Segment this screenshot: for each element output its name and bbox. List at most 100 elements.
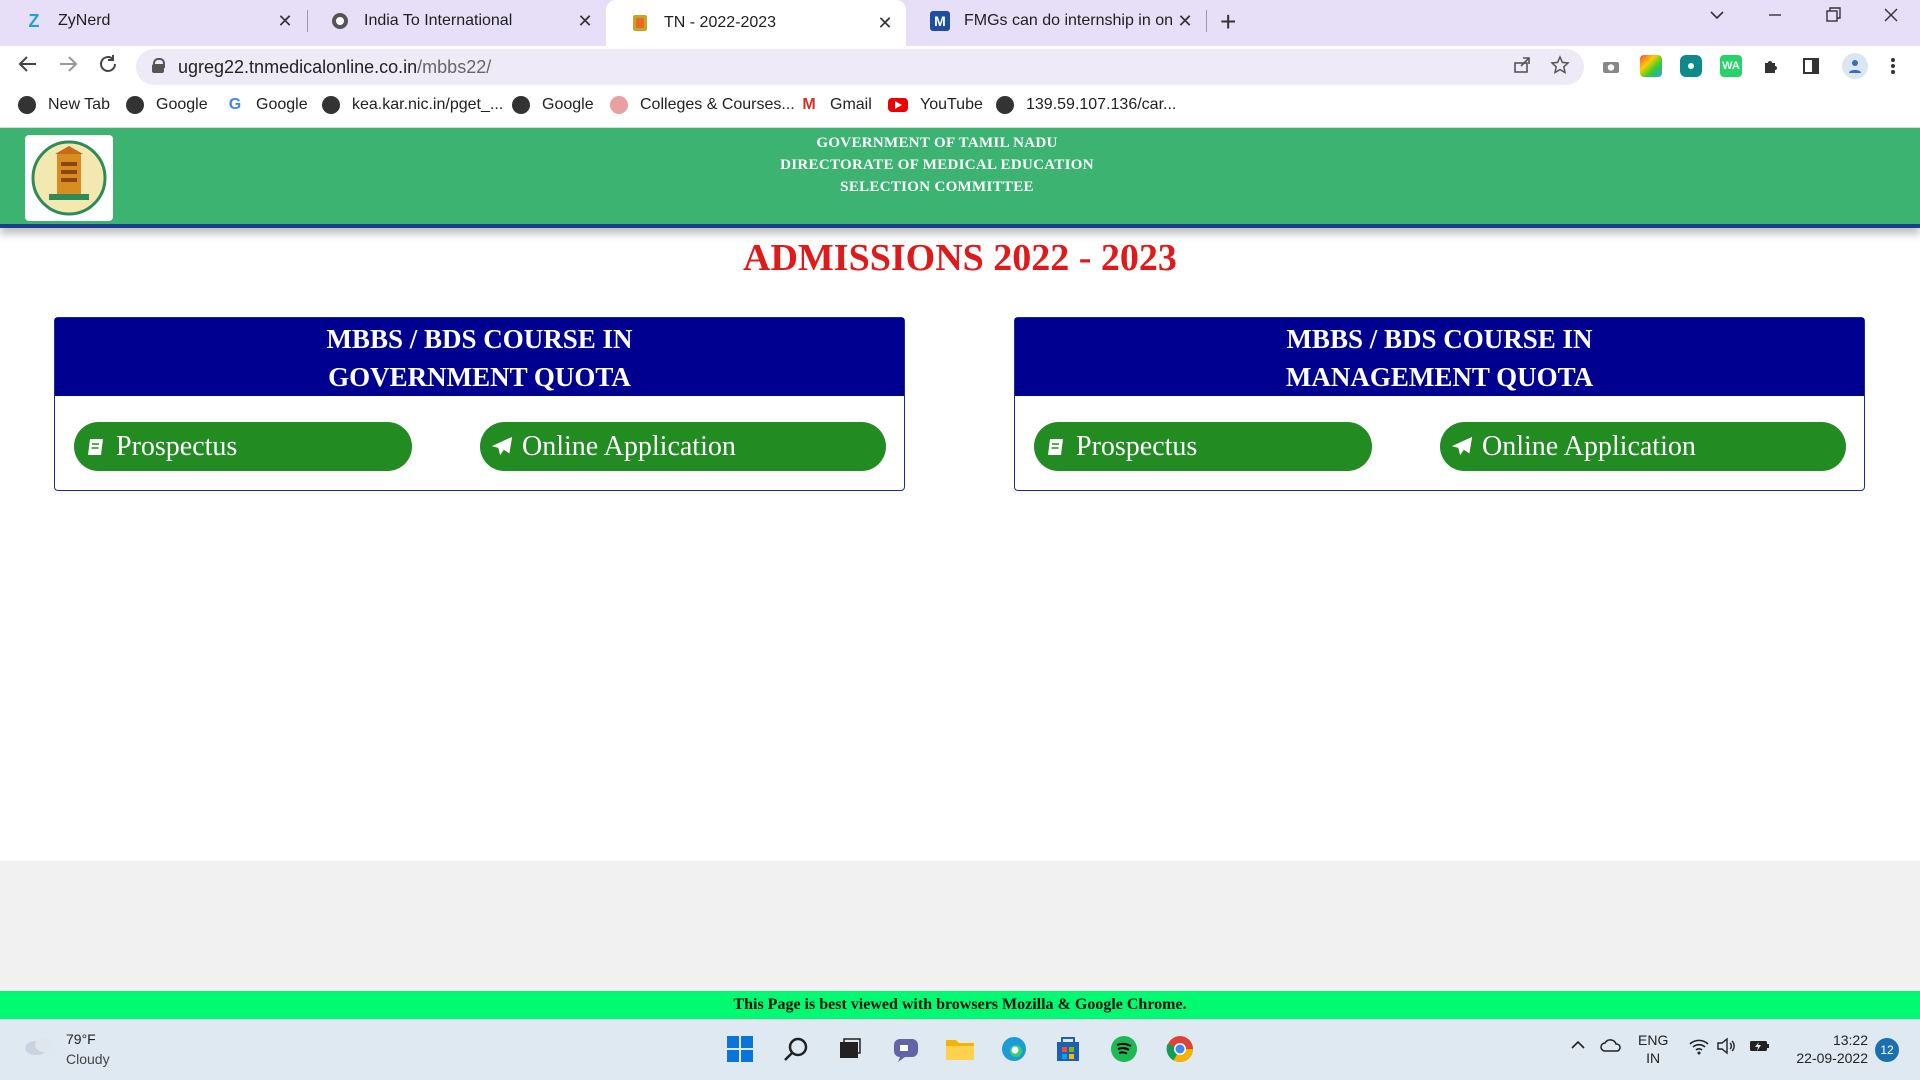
camera-extension-icon[interactable] [1600, 55, 1622, 77]
bookmark-google-3[interactable]: Google [512, 96, 594, 114]
show-hidden-icons-chevron-icon[interactable] [1570, 1037, 1586, 1057]
side-panel-icon[interactable] [1800, 55, 1822, 77]
bookmark-gmail[interactable]: M Gmail [800, 96, 872, 114]
extensions-puzzle-icon[interactable] [1760, 55, 1782, 77]
bookmark-kea[interactable]: kea.kar.nic.in/pget_... [322, 96, 503, 114]
spotify-icon[interactable] [1108, 1033, 1140, 1065]
tab-divider [1206, 10, 1207, 32]
government-quota-card: MBBS / BDS COURSE IN GOVERNMENT QUOTA Pr… [54, 317, 905, 491]
tab-close-icon[interactable]: ✕ [1172, 11, 1198, 32]
volume-icon[interactable] [1716, 1037, 1738, 1059]
bookmark-ip-address[interactable]: 139.59.107.136/car... [996, 96, 1176, 114]
tab-fmgs-internship[interactable]: M FMGs can do internship in only N ✕ [906, 0, 1206, 42]
globe-icon [126, 96, 144, 114]
tab-close-icon[interactable]: ✕ [572, 11, 598, 32]
tab-india-to-international[interactable]: India To International ✕ [306, 0, 606, 42]
youtube-icon [888, 98, 908, 112]
globe-icon [512, 96, 530, 114]
teams-chat-icon[interactable] [890, 1033, 922, 1065]
globe-icon [996, 96, 1014, 114]
m-logo-icon: M [930, 11, 950, 31]
tab-title: India To International [364, 12, 513, 29]
video-extension-icon[interactable] [1680, 55, 1702, 77]
minimize-icon[interactable] [1766, 6, 1784, 30]
wifi-icon[interactable] [1688, 1037, 1710, 1059]
browser-toolbar: ugreg22.tnmedicalonline.co.in/mbbs22/ WA [0, 46, 1920, 86]
bookmark-colleges-courses[interactable]: Colleges & Courses... [610, 96, 795, 114]
book-icon [84, 435, 108, 459]
new-tab-button[interactable]: + [1220, 6, 1236, 38]
management-quota-card: MBBS / BDS COURSE IN MANAGEMENT QUOTA Pr… [1014, 317, 1865, 491]
card-heading: MBBS / BDS COURSE IN GOVERNMENT QUOTA [55, 318, 904, 396]
share-icon[interactable] [1512, 55, 1532, 81]
tab-strip: Z ZyNerd ✕ India To International ✕ TN -… [0, 0, 1920, 46]
globe-icon [330, 11, 350, 31]
bookmark-google-2[interactable]: G Google [226, 96, 308, 114]
color-picker-extension-icon[interactable] [1640, 55, 1662, 77]
tab-title: TN - 2022-2023 [664, 14, 777, 31]
clock[interactable]: 13:22 22-09-2022 [1786, 1031, 1868, 1067]
cloud-icon[interactable] [22, 1035, 56, 1057]
tab-close-icon[interactable]: ✕ [872, 13, 898, 34]
onedrive-cloud-icon[interactable] [1600, 1037, 1622, 1057]
tab-tn-2022-2023[interactable]: TN - 2022-2023 ✕ [606, 0, 906, 46]
book-icon [1044, 435, 1068, 459]
bookmark-new-tab[interactable]: New Tab [18, 96, 110, 114]
page-title: ADMISSIONS 2022 - 2023 [743, 237, 1177, 279]
lock-icon[interactable] [152, 58, 165, 73]
online-application-button[interactable]: Online Application [480, 422, 886, 471]
back-arrow-icon[interactable] [16, 52, 40, 83]
tn-emblem-icon [630, 13, 650, 33]
forward-arrow-icon[interactable] [56, 52, 80, 83]
tab-title: ZyNerd [58, 12, 111, 29]
windows-start-icon[interactable] [724, 1033, 756, 1065]
gmail-icon: M [800, 96, 818, 114]
tab-zynerd[interactable]: Z ZyNerd ✕ [0, 0, 306, 42]
header-line-government: GOVERNMENT OF TAMIL NADU [816, 135, 1058, 151]
close-window-icon[interactable] [1882, 6, 1900, 30]
restore-icon[interactable] [1824, 6, 1842, 30]
notification-count-badge[interactable]: 12 [1875, 1038, 1899, 1062]
prospectus-button[interactable]: Prospectus [74, 422, 412, 471]
header-line-directorate: DIRECTORATE OF MEDICAL EDUCATION [780, 157, 1094, 173]
bookmark-google-1[interactable]: Google [126, 96, 208, 114]
language-indicator[interactable]: ENG IN [1638, 1031, 1668, 1067]
colleges-icon [610, 96, 628, 114]
prospectus-button[interactable]: Prospectus [1034, 422, 1372, 471]
site-header: GOVERNMENT OF TAMIL NADU DIRECTORATE OF … [0, 128, 1920, 228]
reload-icon[interactable] [96, 52, 120, 83]
zynerd-icon: Z [28, 10, 40, 31]
windows-taskbar: 79°F Cloudy ENG IN 13:22 22-09-2022 12 [0, 1019, 1920, 1080]
tab-close-icon[interactable]: ✕ [272, 11, 298, 32]
weather-temperature[interactable]: 79°F [66, 1031, 96, 1047]
google-icon: G [226, 96, 244, 114]
globe-icon [18, 96, 36, 114]
bookmark-youtube[interactable]: YouTube [888, 96, 983, 114]
whatsapp-extension-icon[interactable]: WA [1720, 55, 1742, 77]
browser-recommendation-footer: This Page is best viewed with browsers M… [0, 991, 1920, 1019]
header-title-block: GOVERNMENT OF TAMIL NADU DIRECTORATE OF … [0, 132, 1874, 198]
file-explorer-icon[interactable] [944, 1033, 976, 1065]
url-text[interactable]: ugreg22.tnmedicalonline.co.in/mbbs22/ [178, 57, 491, 78]
online-application-button[interactable]: Online Application [1440, 422, 1846, 471]
address-bar[interactable]: ugreg22.tnmedicalonline.co.in/mbbs22/ [136, 49, 1584, 85]
profile-avatar[interactable] [1842, 53, 1868, 79]
chrome-icon[interactable] [1164, 1033, 1196, 1065]
edge-browser-icon[interactable] [998, 1033, 1030, 1065]
paper-plane-icon [1450, 435, 1474, 459]
tab-title: FMGs can do internship in only N [964, 12, 1172, 29]
header-line-committee: SELECTION COMMITTEE [840, 179, 1034, 195]
microsoft-store-icon[interactable] [1052, 1033, 1084, 1065]
task-view-icon[interactable] [834, 1033, 866, 1065]
page-bottom-band [0, 861, 1920, 991]
weather-description[interactable]: Cloudy [66, 1051, 110, 1067]
bookmark-star-icon[interactable] [1550, 55, 1570, 81]
search-icon[interactable] [780, 1033, 812, 1065]
menu-kebab-icon[interactable] [1882, 55, 1904, 77]
paper-plane-icon [490, 435, 514, 459]
tab-search-chevron-icon[interactable] [1708, 6, 1726, 30]
globe-icon [322, 96, 340, 114]
bookmarks-bar: New Tab Google G Google kea.kar.nic.in/pg… [0, 86, 1920, 128]
card-heading: MBBS / BDS COURSE IN MANAGEMENT QUOTA [1015, 318, 1864, 396]
battery-charging-icon[interactable] [1748, 1037, 1772, 1059]
